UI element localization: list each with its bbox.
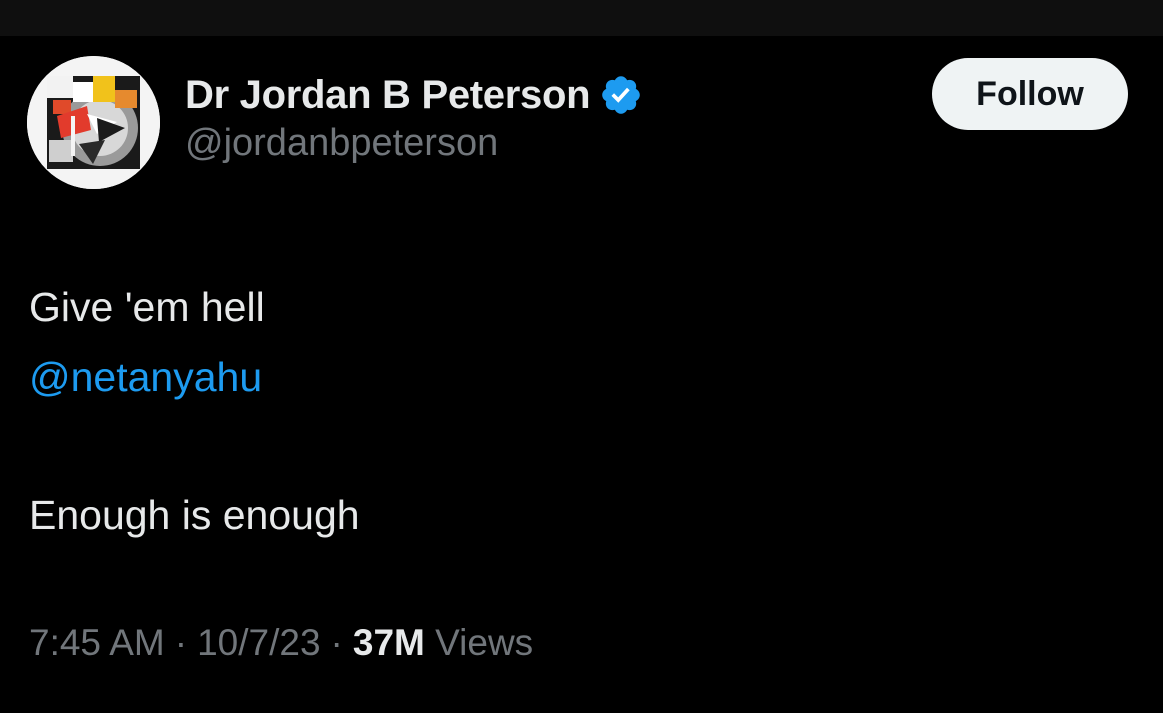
- author-name[interactable]: Dr Jordan B Peterson: [185, 73, 591, 118]
- follow-button[interactable]: Follow: [932, 58, 1128, 130]
- tweet-date[interactable]: 10/7/23: [197, 622, 320, 663]
- verified-badge-icon[interactable]: [599, 73, 643, 117]
- meta-separator: ·: [174, 622, 188, 663]
- meta-separator: ·: [330, 622, 343, 663]
- views-count[interactable]: 37M: [353, 622, 425, 663]
- top-bar: [0, 0, 1163, 36]
- tweet-card: Dr Jordan B Peterson @jordanbpeterson Fo…: [0, 36, 1163, 713]
- author-name-row: Dr Jordan B Peterson: [185, 70, 643, 120]
- tweet-text: Give 'em hell @netanyahu Enough is enoug…: [29, 272, 360, 550]
- avatar-logo-image: [27, 56, 160, 189]
- tweet-line-3: Enough is enough: [29, 492, 360, 538]
- author-block: Dr Jordan B Peterson @jordanbpeterson: [185, 70, 643, 165]
- author-handle[interactable]: @jordanbpeterson: [185, 122, 643, 165]
- mention-link[interactable]: @netanyahu: [29, 342, 360, 412]
- avatar[interactable]: [27, 56, 160, 189]
- tweet-time[interactable]: 7:45 AM: [29, 622, 165, 663]
- tweet-line-1: Give 'em hell: [29, 284, 265, 330]
- views-label[interactable]: Views: [435, 622, 533, 663]
- tweet-meta: 7:45 AM · 10/7/23 · 37M Views: [29, 622, 533, 664]
